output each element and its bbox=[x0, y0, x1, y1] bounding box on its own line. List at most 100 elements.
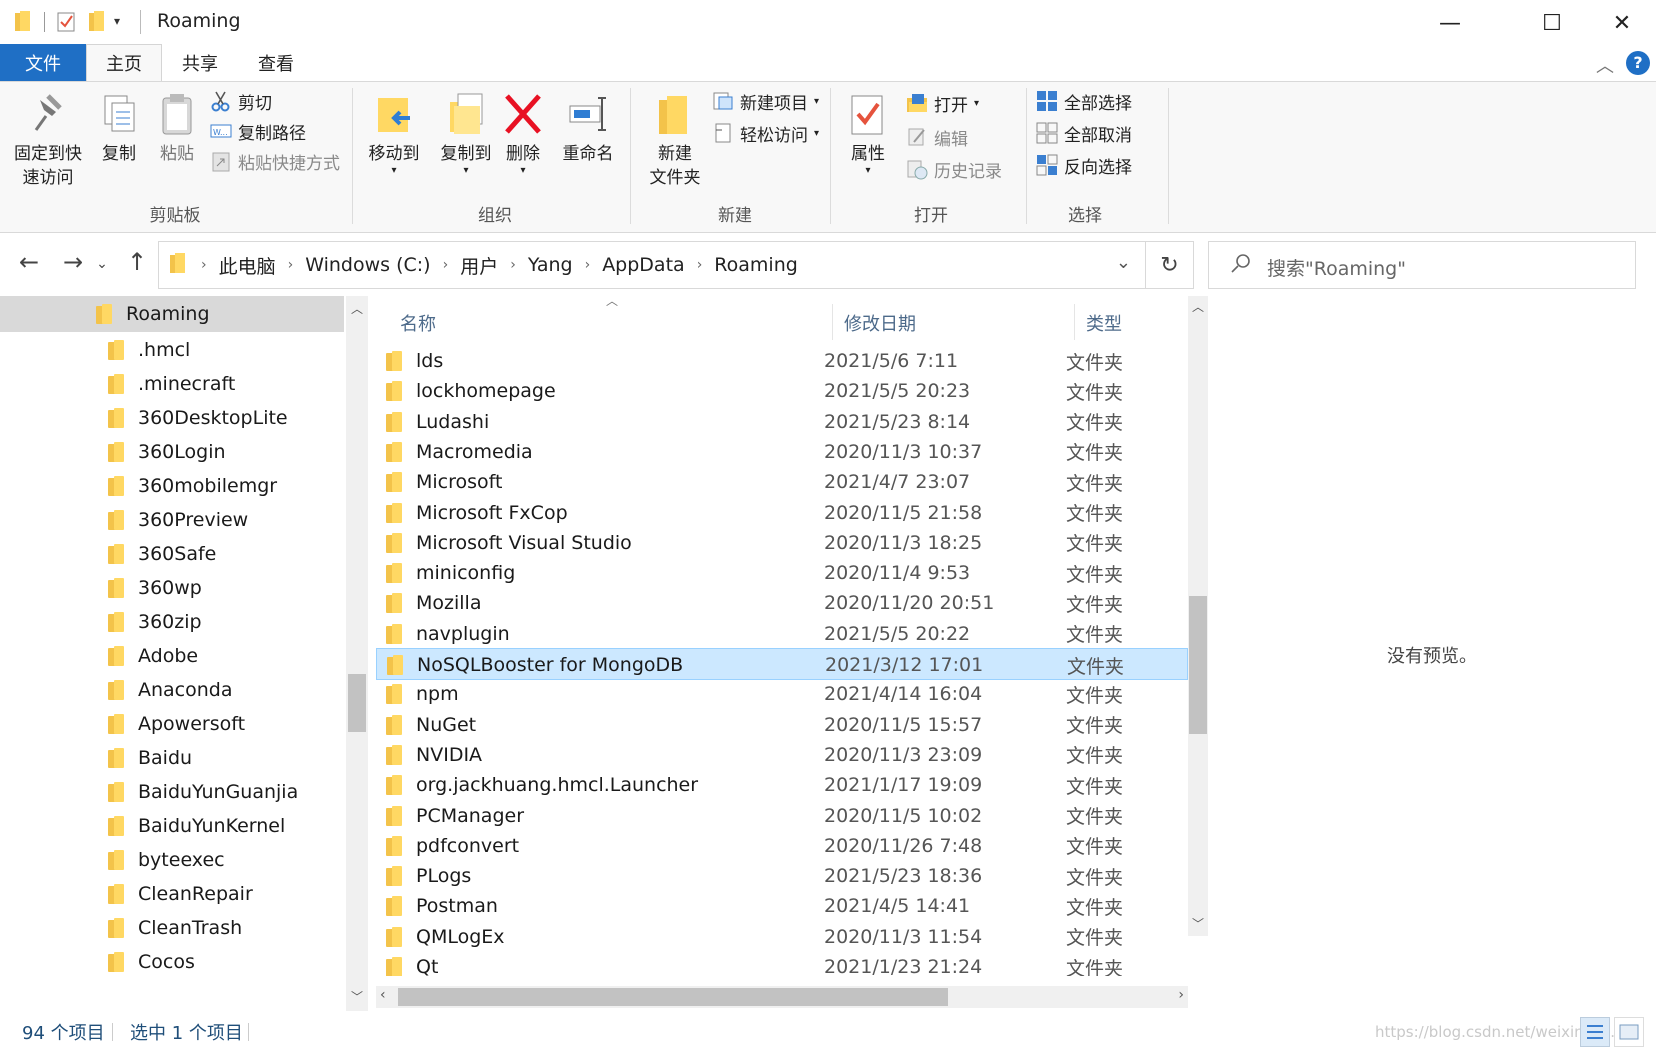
nav-scroll-thumb[interactable] bbox=[348, 674, 366, 732]
rename-button[interactable]: 重命名 bbox=[556, 92, 620, 166]
table-row[interactable]: lds 2021/5/6 7:11 文件夹 bbox=[376, 346, 1188, 377]
pin-quick-access-button[interactable]: 固定到快 速访问 bbox=[8, 92, 88, 190]
scroll-up-icon[interactable]: ︿ bbox=[1192, 298, 1204, 315]
table-row[interactable]: Postman 2021/4/5 14:41 文件夹 bbox=[376, 890, 1188, 922]
invert-selection-button[interactable]: 反向选择 bbox=[1036, 152, 1132, 178]
new-folder-button[interactable]: 新建 文件夹 bbox=[640, 92, 710, 190]
nav-item[interactable]: CleanTrash bbox=[0, 910, 344, 946]
history-button[interactable]: 历史记录 bbox=[906, 156, 1002, 182]
nav-scrollbar[interactable]: ︿ ﹀ bbox=[346, 296, 368, 1011]
scroll-left-icon[interactable]: ‹ bbox=[380, 987, 386, 1003]
table-row[interactable]: Microsoft FxCop 2020/11/5 21:58 文件夹 bbox=[376, 497, 1188, 529]
table-row[interactable]: Ludashi 2021/5/23 8:14 文件夹 bbox=[376, 406, 1188, 438]
address-history-chevron-icon[interactable]: ⌄ bbox=[1116, 252, 1131, 273]
new-folder-icon[interactable] bbox=[88, 10, 108, 34]
chevron-right-icon[interactable]: › bbox=[288, 257, 294, 273]
nav-item[interactable]: BaiduYunKernel bbox=[0, 808, 344, 844]
nav-item[interactable]: 360DesktopLite bbox=[0, 400, 344, 436]
scroll-down-icon[interactable]: ﹀ bbox=[351, 988, 363, 1005]
breadcrumb-yang[interactable]: Yang bbox=[528, 254, 573, 276]
select-none-button[interactable]: 全部取消 bbox=[1036, 120, 1132, 146]
chevron-right-icon[interactable]: › bbox=[201, 257, 207, 273]
nav-item[interactable]: 360Login bbox=[0, 434, 344, 470]
search-input[interactable]: 搜索"Roaming" bbox=[1267, 254, 1406, 281]
paste-button[interactable]: 粘贴 bbox=[152, 92, 202, 166]
list-horizontal-scrollbar[interactable]: ‹ › bbox=[376, 986, 1188, 1008]
refresh-icon[interactable]: ↻ bbox=[1146, 241, 1194, 289]
nav-item[interactable]: .minecraft bbox=[0, 366, 344, 402]
copy-to-button[interactable]: 复制到 ▾ bbox=[432, 92, 500, 176]
forward-arrow-icon[interactable]: → bbox=[58, 248, 88, 276]
new-item-button[interactable]: 新建项目 ▾ bbox=[712, 88, 819, 114]
table-row[interactable]: npm 2021/4/14 16:04 文件夹 bbox=[376, 678, 1188, 710]
select-all-button[interactable]: 全部选择 bbox=[1036, 88, 1132, 114]
table-row[interactable]: Mozilla 2020/11/20 20:51 文件夹 bbox=[376, 587, 1188, 619]
chevron-right-icon[interactable]: › bbox=[697, 257, 703, 273]
scroll-right-icon[interactable]: › bbox=[1178, 987, 1184, 1003]
properties-button[interactable]: 属性 ▾ bbox=[840, 92, 896, 176]
table-row[interactable]: Qt 2021/1/23 21:24 文件夹 bbox=[376, 951, 1188, 976]
chevron-right-icon[interactable]: › bbox=[510, 257, 516, 273]
breadcrumb-users[interactable]: 用户 bbox=[460, 252, 498, 279]
collapse-ribbon-icon[interactable]: ︿ bbox=[1596, 52, 1614, 78]
table-row[interactable]: miniconfig 2020/11/4 9:53 文件夹 bbox=[376, 557, 1188, 589]
table-row[interactable]: pdfconvert 2020/11/26 7:48 文件夹 bbox=[376, 830, 1188, 862]
table-row[interactable]: NVIDIA 2020/11/3 23:09 文件夹 bbox=[376, 739, 1188, 771]
table-row[interactable]: Microsoft Visual Studio 2020/11/3 18:25 文件… bbox=[376, 527, 1188, 559]
nav-item[interactable]: .hmcl bbox=[0, 332, 344, 368]
move-to-button[interactable]: 移动到 ▾ bbox=[360, 92, 428, 176]
nav-item[interactable]: Baidu bbox=[0, 740, 344, 776]
help-icon[interactable]: ? bbox=[1626, 51, 1650, 75]
tab-share[interactable]: 共享 bbox=[162, 44, 238, 82]
column-header-name[interactable]: 名称 bbox=[400, 304, 436, 342]
nav-item[interactable]: Adobe bbox=[0, 638, 344, 674]
easy-access-button[interactable]: 轻松访问 ▾ bbox=[712, 120, 819, 146]
nav-item[interactable]: CleanRepair bbox=[0, 876, 344, 912]
minimize-button[interactable]: — bbox=[1418, 6, 1482, 40]
nav-item[interactable]: 360zip bbox=[0, 604, 344, 640]
large-icons-view-icon[interactable] bbox=[1614, 1017, 1644, 1047]
table-row[interactable]: navplugin 2021/5/5 20:22 文件夹 bbox=[376, 618, 1188, 650]
breadcrumb-this-pc[interactable]: 此电脑 bbox=[219, 252, 276, 279]
cut-button[interactable]: 剪切 bbox=[210, 88, 272, 114]
scroll-down-icon[interactable]: ﹀ bbox=[1192, 915, 1204, 932]
table-row[interactable]: org.jackhuang.hmcl.Launcher 2021/1/17 19:… bbox=[376, 769, 1188, 801]
nav-item[interactable]: 360Safe bbox=[0, 536, 344, 572]
details-view-icon[interactable] bbox=[1580, 1017, 1610, 1047]
list-scrollbar[interactable]: ︿ ﹀ bbox=[1188, 296, 1208, 936]
recent-locations-chevron-icon[interactable]: ⌄ bbox=[92, 256, 112, 272]
list-scroll-thumb[interactable] bbox=[1189, 596, 1207, 734]
breadcrumb-roaming[interactable]: Roaming bbox=[714, 254, 798, 276]
edit-button[interactable]: 编辑 bbox=[906, 124, 968, 150]
nav-item[interactable]: BaiduYunGuanjia bbox=[0, 774, 344, 810]
table-row-selected[interactable]: NoSQLBooster for MongoDB 2021/3/12 17:01 文… bbox=[376, 648, 1188, 680]
breadcrumb-windows-c[interactable]: Windows (C:) bbox=[305, 254, 430, 276]
breadcrumb-appdata[interactable]: AppData bbox=[602, 254, 685, 276]
nav-item[interactable]: 360Preview bbox=[0, 502, 344, 538]
column-header-date[interactable]: 修改日期 bbox=[844, 304, 916, 342]
nav-item[interactable]: Anaconda bbox=[0, 672, 344, 708]
chevron-right-icon[interactable]: › bbox=[585, 257, 591, 273]
table-row[interactable]: PCManager 2020/11/5 10:02 文件夹 bbox=[376, 800, 1188, 832]
tab-view[interactable]: 查看 bbox=[238, 44, 314, 82]
delete-button[interactable]: 删除 ▾ bbox=[498, 92, 548, 176]
tab-home[interactable]: 主页 bbox=[86, 44, 162, 82]
table-row[interactable]: Macromedia 2020/11/3 10:37 文件夹 bbox=[376, 436, 1188, 468]
maximize-button[interactable]: ☐ bbox=[1520, 6, 1584, 40]
scroll-up-icon[interactable]: ︿ bbox=[351, 300, 363, 317]
up-arrow-icon[interactable]: ↑ bbox=[122, 248, 152, 276]
search-box[interactable]: 搜索"Roaming" bbox=[1208, 241, 1636, 289]
nav-item-current[interactable]: Roaming bbox=[0, 296, 344, 332]
table-row[interactable]: QMLogEx 2020/11/3 11:54 文件夹 bbox=[376, 921, 1188, 953]
copy-button[interactable]: 复制 bbox=[94, 92, 144, 166]
copy-path-button[interactable]: W... 复制路径 bbox=[210, 118, 306, 144]
table-row[interactable]: PLogs 2021/5/23 18:36 文件夹 bbox=[376, 860, 1188, 892]
chevron-right-icon[interactable]: › bbox=[443, 257, 449, 273]
tab-file[interactable]: 文件 bbox=[0, 44, 86, 82]
nav-item[interactable]: Apowersoft bbox=[0, 706, 344, 742]
nav-item[interactable]: 360mobilemgr bbox=[0, 468, 344, 504]
nav-item[interactable]: Cocos bbox=[0, 944, 344, 980]
column-header-type[interactable]: 类型 bbox=[1086, 304, 1122, 342]
table-row[interactable]: NuGet 2020/11/5 15:57 文件夹 bbox=[376, 709, 1188, 741]
quick-access-dropdown-icon[interactable]: ▾ bbox=[114, 14, 120, 28]
